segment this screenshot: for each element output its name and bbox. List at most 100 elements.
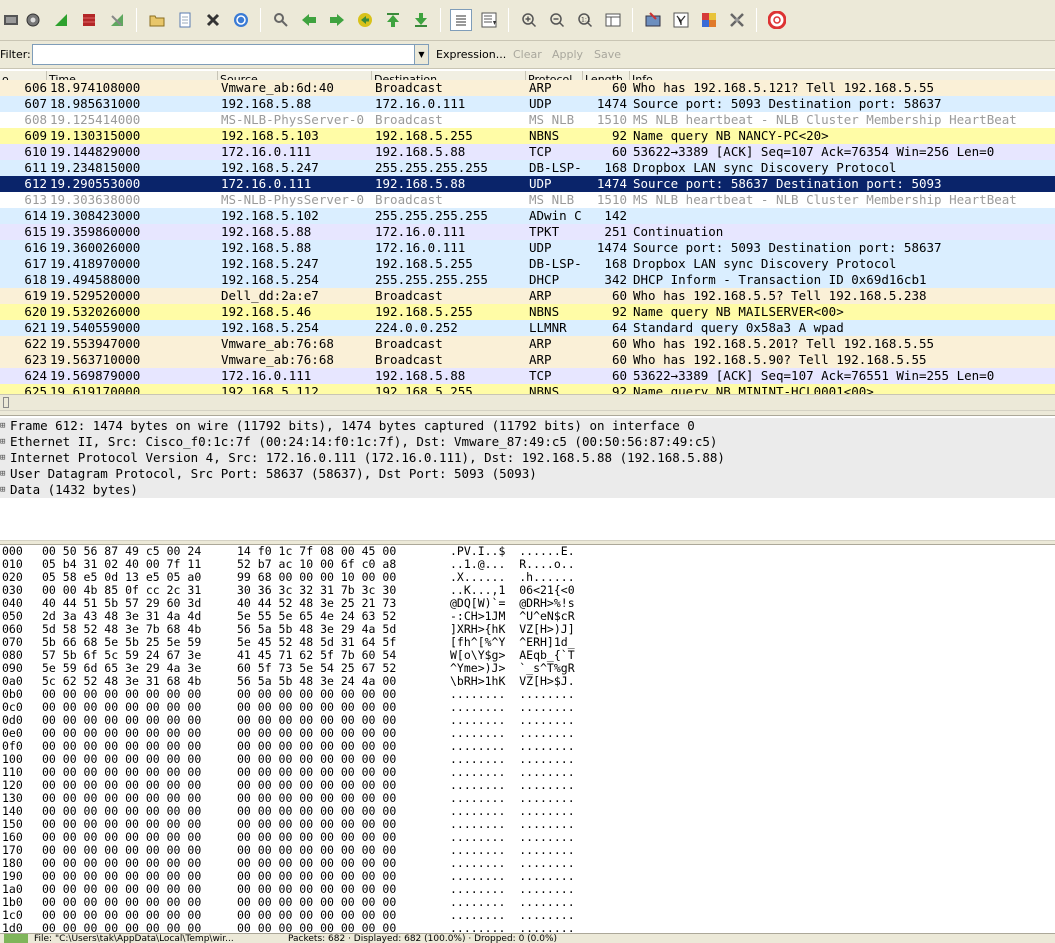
packet-cell-time: 19.529520000 — [50, 288, 141, 303]
help-icon[interactable] — [766, 9, 788, 31]
save-button[interactable]: Save — [594, 48, 621, 61]
status-packets: Packets: 682 · Displayed: 682 (100.0%) ·… — [288, 934, 558, 943]
preferences-icon[interactable] — [726, 9, 748, 31]
packet-cell-info: Name query NB MAILSERVER<00> — [633, 304, 844, 319]
expand-icon[interactable]: ⊞ — [0, 450, 5, 466]
packet-cell-info: Dropbox LAN sync Discovery Protocol — [633, 256, 897, 271]
packet-cell-dst: 172.16.0.111 — [375, 224, 466, 239]
detail-tree-item[interactable]: ⊞ Internet Protocol Version 4, Src: 172.1… — [0, 450, 1055, 466]
packet-row[interactable]: 611 19.234815000 192.168.5.247 255.255.255.… — [0, 160, 1055, 176]
clear-button[interactable]: Clear — [513, 48, 542, 61]
packet-row[interactable]: 620 19.532026000 192.168.5.46 192.168.5.255… — [0, 304, 1055, 320]
packet-cell-dst: 172.16.0.111 — [375, 96, 466, 111]
filter-input[interactable] — [32, 44, 416, 65]
packet-cell-src: MS-NLB-PhysServer-0 — [221, 192, 364, 207]
expand-icon[interactable]: ⊞ — [0, 418, 5, 434]
packet-cell-dst: 192.168.5.88 — [375, 176, 466, 191]
packet-cell-time: 19.144829000 — [50, 144, 141, 159]
packet-cell-no: 621 — [24, 320, 47, 335]
packet-cell-dst: 224.0.0.252 — [375, 320, 458, 335]
expand-icon[interactable]: ⊞ — [0, 434, 5, 450]
packet-row[interactable]: 623 19.563710000 Vmware_ab:76:68 Broadcast A… — [0, 352, 1055, 368]
apply-button[interactable]: Apply — [552, 48, 583, 61]
detail-tree-item[interactable]: ⊞ Data (1432 bytes) — [0, 482, 1055, 498]
capture-filters-icon[interactable] — [642, 9, 664, 31]
go-to-packet-icon[interactable] — [354, 9, 376, 31]
auto-scroll-icon[interactable] — [478, 9, 500, 31]
go-first-icon[interactable] — [382, 9, 404, 31]
coloring-rules-icon[interactable] — [698, 9, 720, 31]
packet-cell-no: 616 — [24, 240, 47, 255]
packet-row[interactable]: 613 19.303638000 MS-NLB-PhysServer-0 Broadc… — [0, 192, 1055, 208]
detail-tree-item[interactable]: ⊞ Ethernet II, Src: Cisco_f0:1c:7f (00:24… — [0, 434, 1055, 450]
normal-size-icon[interactable]: 1:1 — [574, 9, 596, 31]
detail-tree-item[interactable]: ⊞ User Datagram Protocol, Src Port: 58637… — [0, 466, 1055, 482]
zoom-out-icon[interactable] — [546, 9, 568, 31]
packet-cell-proto: ARP — [529, 352, 552, 367]
stop-capture-icon[interactable] — [78, 9, 100, 31]
packet-row[interactable]: 608 19.125414000 MS-NLB-PhysServer-0 Broadc… — [0, 112, 1055, 128]
packet-cell-src: MS-NLB-PhysServer-0 — [221, 112, 364, 127]
packet-cell-no: 607 — [24, 96, 47, 111]
packet-cell-dst: Broadcast — [375, 192, 443, 207]
packet-cell-dst: Broadcast — [375, 80, 443, 95]
packet-row[interactable]: 622 19.553947000 Vmware_ab:76:68 Broadcast A… — [0, 336, 1055, 352]
close-file-icon[interactable] — [202, 9, 224, 31]
restart-capture-icon[interactable] — [106, 9, 128, 31]
packet-cell-info: Dropbox LAN sync Discovery Protocol — [633, 160, 897, 175]
expert-info-icon[interactable] — [4, 934, 28, 943]
capture-options-icon[interactable] — [22, 9, 44, 31]
packet-cell-proto: ARP — [529, 336, 552, 351]
display-filters-icon[interactable] — [670, 9, 692, 31]
packet-cell-proto: DHCP — [529, 272, 560, 287]
save-file-icon[interactable] — [174, 9, 196, 31]
detail-tree-item[interactable]: ⊞ Frame 612: 1474 bytes on wire (11792 bi… — [0, 418, 1055, 434]
packet-row[interactable]: 609 19.130315000 192.168.5.103 192.168.5.25… — [0, 128, 1055, 144]
packet-row[interactable]: 612 19.290553000 172.16.0.111 192.168.5.88 U… — [0, 176, 1055, 192]
packet-list-horizontal-scrollbar[interactable] — [0, 394, 1055, 410]
packet-cell-len: 142 — [604, 208, 627, 223]
packet-cell-proto: DB-LSP- — [529, 160, 582, 175]
interface-list-icon[interactable] — [0, 9, 22, 31]
hex-row[interactable]: 1d0 00 00 00 00 00 00 00 00 00 00 00 00 00… — [0, 921, 1055, 934]
packet-cell-dst: 255.255.255.255 — [375, 208, 488, 223]
open-file-icon[interactable] — [146, 9, 168, 31]
hex-hex2: 00 00 00 00 00 00 00 00 — [237, 921, 397, 934]
packet-row[interactable]: 624 19.569879000 172.16.0.111 192.168.5.88 T… — [0, 368, 1055, 384]
packet-row[interactable]: 618 19.494588000 192.168.5.254 255.255.255.… — [0, 272, 1055, 288]
filter-toolbar: Filter: ▼ Expression... Clear Apply Save — [0, 41, 1055, 69]
packet-row[interactable]: 610 19.144829000 172.16.0.111 192.168.5.88 T… — [0, 144, 1055, 160]
packet-row[interactable]: 607 18.985631000 192.168.5.88 172.16.0.111 U… — [0, 96, 1055, 112]
go-forward-icon[interactable] — [326, 9, 348, 31]
start-capture-icon[interactable] — [50, 9, 72, 31]
packet-list-pane: o. Time Source Destination Protocol Leng… — [0, 69, 1055, 410]
packet-row[interactable]: 606 18.974108000 Vmware_ab:6d:40 Broadcast A… — [0, 80, 1055, 96]
go-last-icon[interactable] — [410, 9, 432, 31]
packet-cell-no: 613 — [24, 192, 47, 207]
packet-cell-proto: MS NLB — [529, 192, 575, 207]
scrollbar-thumb[interactable] — [3, 397, 9, 408]
packet-row[interactable]: 614 19.308423000 192.168.5.102 255.255.255.… — [0, 208, 1055, 224]
packet-cell-no: 620 — [24, 304, 47, 319]
packet-cell-proto: TCP — [529, 368, 552, 383]
packet-cell-info: Source port: 5093 Destination port: 5863… — [633, 240, 942, 255]
packet-cell-proto: ARP — [529, 80, 552, 95]
packet-row[interactable]: 615 19.359860000 192.168.5.88 172.16.0.111 T… — [0, 224, 1055, 240]
expand-icon[interactable]: ⊞ — [0, 466, 5, 482]
expand-icon[interactable]: ⊞ — [0, 482, 5, 498]
packet-row[interactable]: 617 19.418970000 192.168.5.247 192.168.5.25… — [0, 256, 1055, 272]
packet-cell-dst: 192.168.5.255 — [375, 304, 473, 319]
packet-row[interactable]: 616 19.360026000 192.168.5.88 172.16.0.111 U… — [0, 240, 1055, 256]
resize-columns-icon[interactable] — [602, 9, 624, 31]
packet-row[interactable]: 621 19.540559000 192.168.5.254 224.0.0.252 L… — [0, 320, 1055, 336]
find-packet-icon[interactable] — [270, 9, 292, 31]
zoom-in-icon[interactable] — [518, 9, 540, 31]
packet-cell-len: 1474 — [596, 240, 627, 255]
filter-dropdown-button[interactable]: ▼ — [414, 44, 429, 65]
reload-file-icon[interactable] — [230, 9, 252, 31]
go-back-icon[interactable] — [298, 9, 320, 31]
packet-row[interactable]: 619 19.529520000 Dell_dd:2a:e7 Broadcast ARP… — [0, 288, 1055, 304]
colorize-icon[interactable] — [450, 9, 472, 31]
packet-cell-proto: UDP — [529, 176, 552, 191]
expression-button[interactable]: Expression... — [436, 48, 506, 61]
